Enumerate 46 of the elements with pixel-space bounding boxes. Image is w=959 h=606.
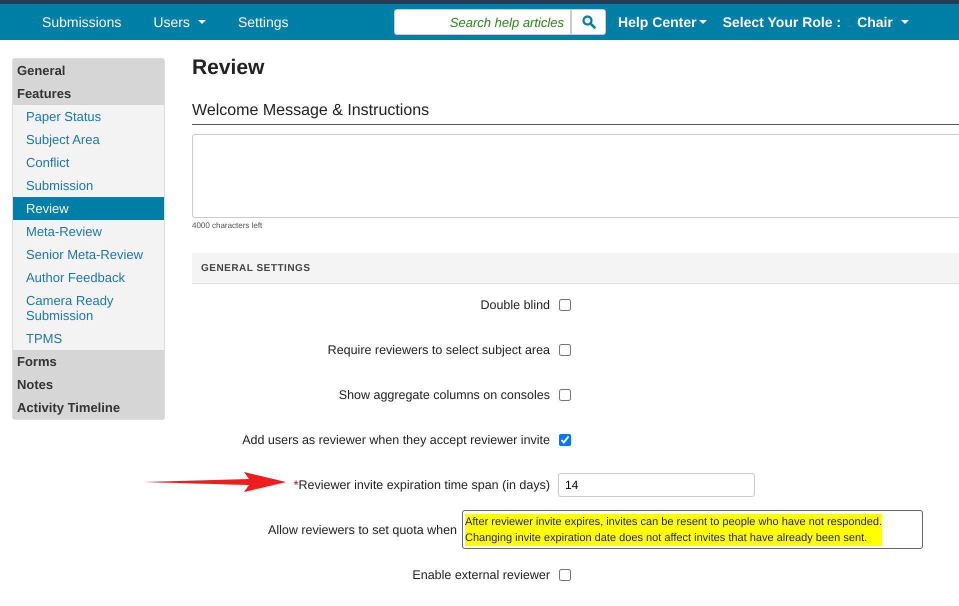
section-title: GENERAL SETTINGS	[201, 262, 310, 274]
sidebar-header[interactable]: Activity Timeline	[13, 396, 164, 419]
number-input[interactable]: 14	[558, 472, 755, 496]
caret-icon	[900, 20, 909, 24]
sidebar-header[interactable]: Notes	[13, 373, 164, 396]
setting-label: Enable external reviewer	[412, 568, 550, 582]
setting-label: Show aggregate columns on consoles	[338, 388, 550, 402]
sidebar-item[interactable]: Review	[13, 197, 164, 220]
setting-label: Allow reviewers to set quota when	[268, 522, 457, 536]
sidebar-item[interactable]: TPMS	[13, 327, 164, 350]
search-icon	[582, 15, 596, 29]
sidebar-item[interactable]: Paper Status	[13, 105, 164, 128]
sidebar-item[interactable]: Meta-Review	[13, 220, 164, 243]
sidebar-item[interactable]: Conflict	[13, 151, 164, 174]
required-mark: *	[294, 478, 298, 492]
help-center-menu[interactable]: Help Center	[610, 4, 715, 40]
setting-label: Add users as reviewer when they accept reviewer invite	[242, 432, 550, 446]
tooltip-text: Changing invite expiration date does not affect invites that have already been sent.	[465, 530, 882, 546]
checkbox[interactable]	[559, 388, 571, 400]
search-field[interactable]: Search help articles	[394, 9, 571, 35]
nav-link[interactable]: Users	[137, 4, 222, 40]
caret-icon	[698, 20, 707, 24]
checkbox[interactable]	[559, 434, 571, 446]
setting-label: Double blind	[480, 298, 550, 312]
nav-link[interactable]: Submissions	[26, 4, 138, 40]
sidebar-item[interactable]: Senior Meta-Review	[13, 243, 164, 266]
sidebar-header[interactable]: General	[13, 59, 164, 82]
role-label: Select Your Role :	[722, 14, 842, 30]
sidebar-item[interactable]: Submission	[13, 174, 164, 197]
setting-label: Require reviewers to select subject area	[328, 342, 550, 356]
checkbox[interactable]	[559, 298, 571, 310]
section-heading: Welcome Message & Instructions	[192, 102, 959, 125]
role-dropdown[interactable]: Chair	[849, 4, 917, 40]
tooltip-text: After reviewer invite expires, invites can be resent to people who have not responded.	[465, 514, 882, 530]
sidebar-header[interactable]: Features	[13, 82, 164, 105]
search-button[interactable]	[571, 9, 606, 35]
sidebar-item[interactable]: Camera Ready Submission	[13, 289, 164, 327]
checkbox[interactable]	[559, 344, 571, 356]
setting-label: *Reviewer invite expiration time span (in days)	[294, 478, 550, 492]
sidebar-item[interactable]: Subject Area	[13, 128, 164, 151]
character-counter: 4000 characters left	[192, 221, 264, 230]
sidebar-item[interactable]: Author Feedback	[13, 266, 164, 289]
checkbox[interactable]	[559, 568, 571, 580]
nav-link[interactable]: Settings	[222, 4, 305, 40]
sidebar-header[interactable]: Forms	[13, 350, 164, 373]
page-title: Review	[192, 58, 266, 78]
